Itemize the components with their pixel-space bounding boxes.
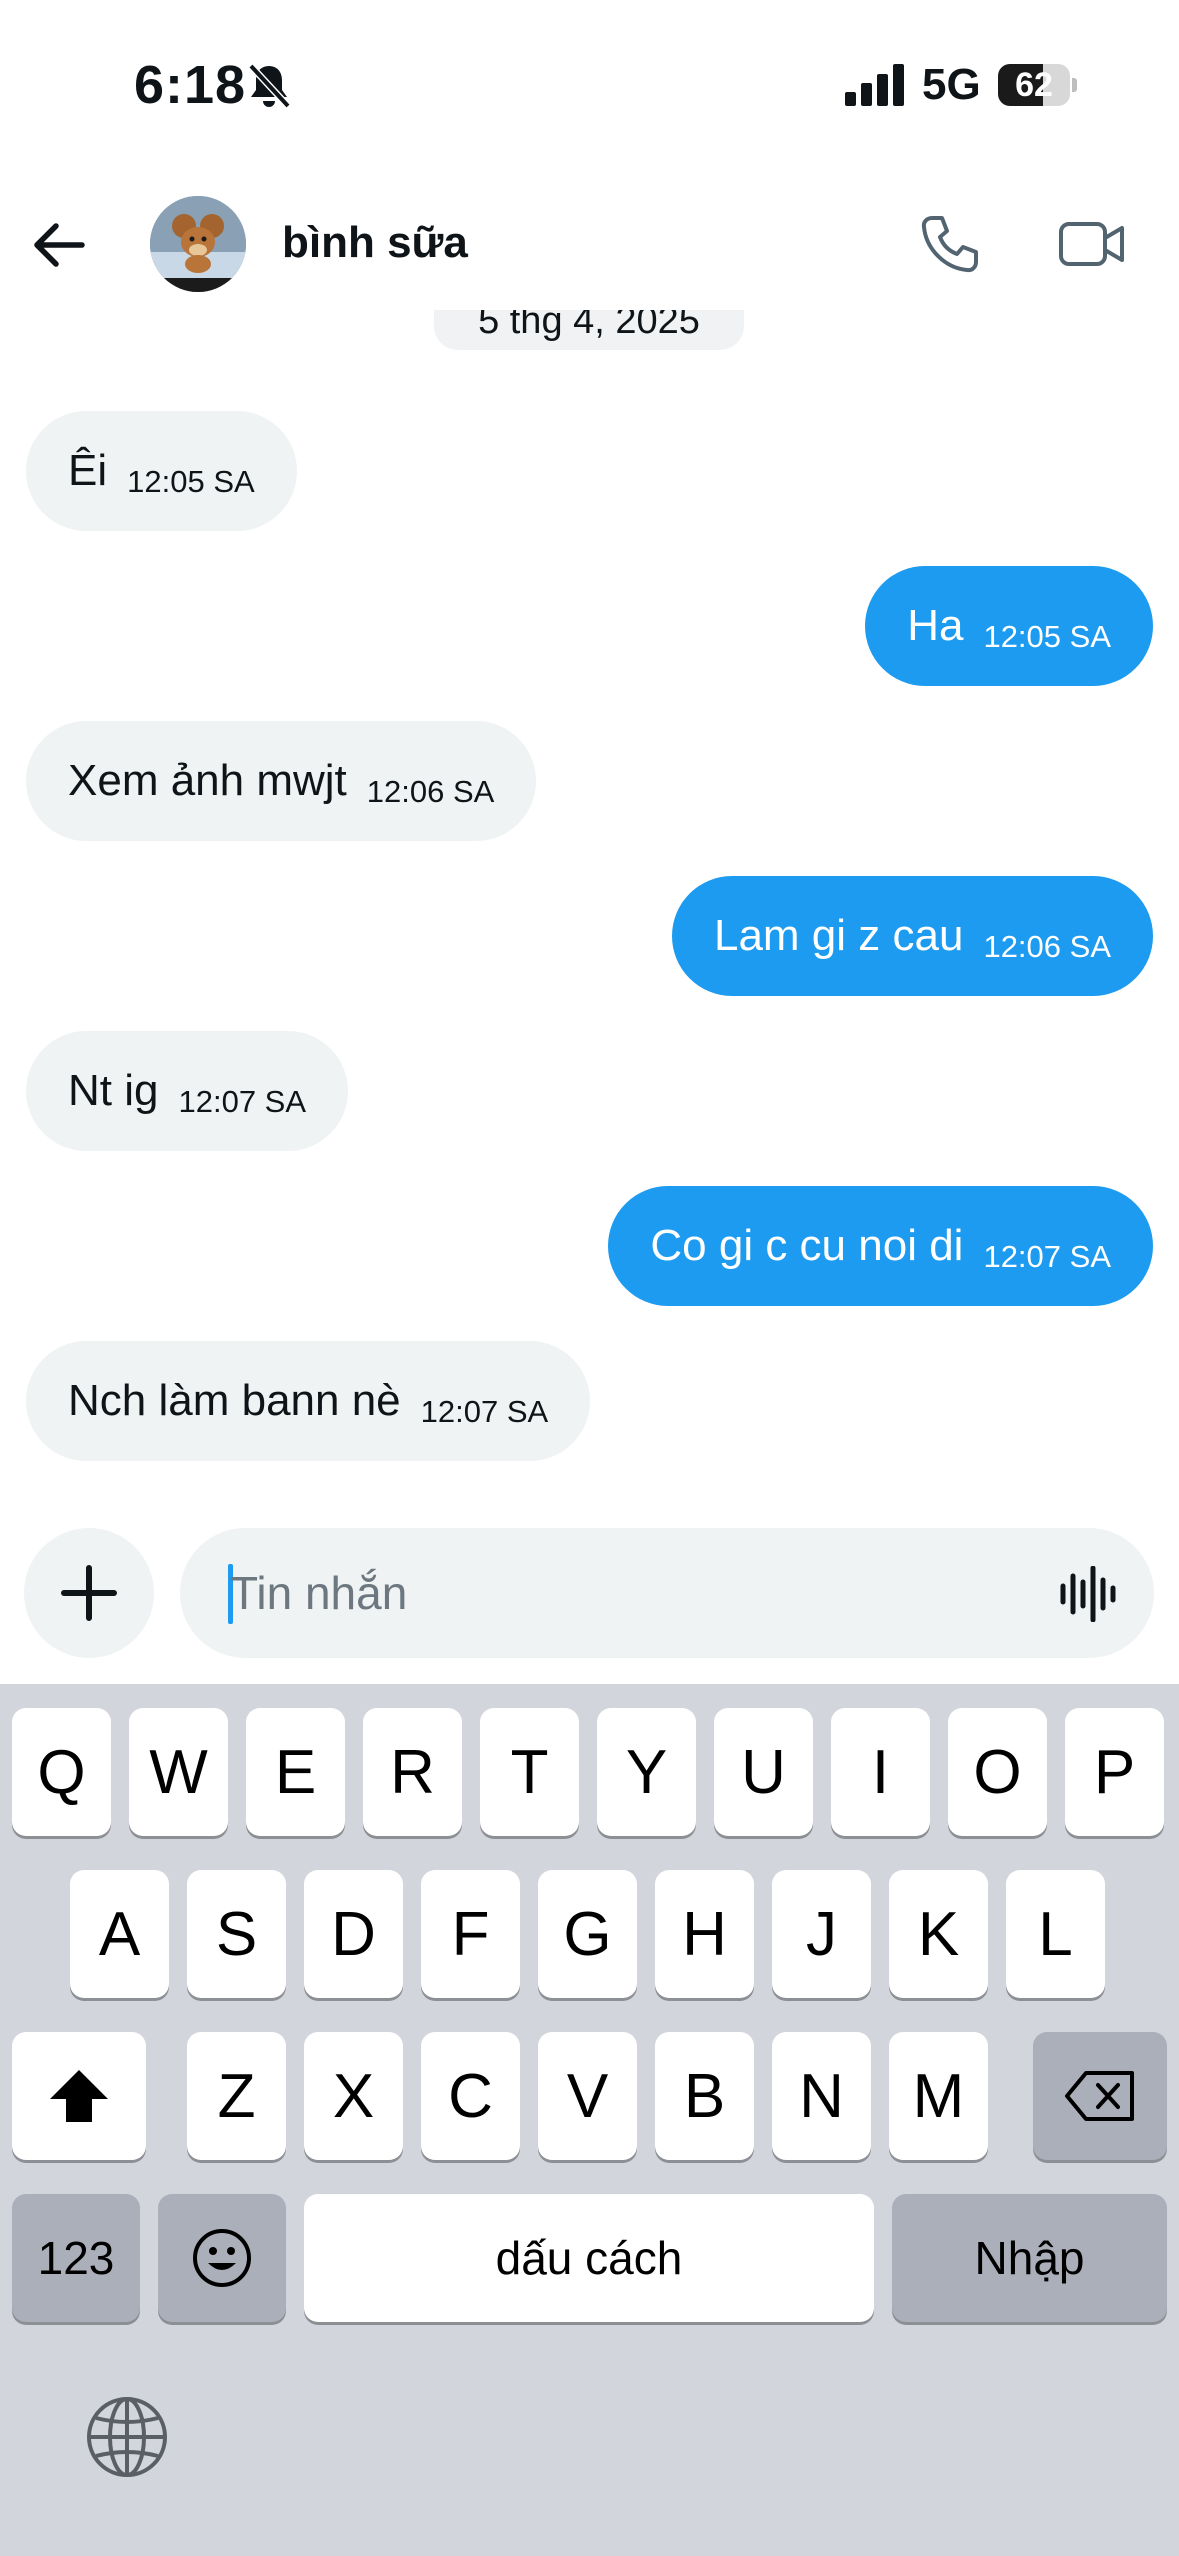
message-text: Co gi c cu noi di <box>650 1221 964 1270</box>
message-placeholder: Tin nhắn <box>230 1567 408 1619</box>
key-w[interactable]: W <box>129 1708 228 1836</box>
message-text: Ha <box>907 601 964 650</box>
key-z[interactable]: Z <box>187 2032 286 2160</box>
back-arrow-icon[interactable] <box>30 216 88 274</box>
message-time: 12:07 SA <box>983 1239 1111 1274</box>
onscreen-keyboard: Q W E R T Y U I O P A S D F G H J K L Z … <box>0 1684 1179 2556</box>
space-key[interactable]: dấu cách <box>304 2194 874 2322</box>
battery-percentage: 62 <box>1015 66 1053 104</box>
message-bubble-incoming[interactable]: Nch làm bann nè 12:07 SA <box>26 1341 591 1461</box>
key-i[interactable]: I <box>831 1708 930 1836</box>
key-e[interactable]: E <box>246 1708 345 1836</box>
key-m[interactable]: M <box>889 2032 988 2160</box>
key-g[interactable]: G <box>538 1870 637 1998</box>
contact-avatar[interactable] <box>150 196 246 292</box>
message-text: Êi <box>68 446 108 495</box>
key-l[interactable]: L <box>1006 1870 1105 1998</box>
message-bubble-outgoing[interactable]: Lam gi z cau 12:06 SA <box>671 876 1153 996</box>
message-bubble-outgoing[interactable]: Ha 12:05 SA <box>865 566 1153 686</box>
message-input[interactable]: Tin nhắn <box>180 1528 1154 1658</box>
key-o[interactable]: O <box>948 1708 1047 1836</box>
message-bubble-incoming[interactable]: Êi 12:05 SA <box>26 411 297 531</box>
key-s[interactable]: S <box>187 1870 286 1998</box>
message-list[interactable]: 5 thg 4, 2025 Êi 12:05 SA Ha 12:05 SA Xe… <box>0 296 1179 1496</box>
message-composer: Tin nhắn <box>0 1524 1179 1660</box>
shift-icon <box>50 2070 108 2122</box>
message-time: 12:07 SA <box>420 1394 549 1429</box>
message-time: 12:06 SA <box>983 929 1111 964</box>
chat-header: bình sữa <box>0 180 1179 310</box>
numbers-key-label: 123 <box>37 2232 115 2284</box>
key-y[interactable]: Y <box>597 1708 696 1836</box>
key-p[interactable]: P <box>1065 1708 1164 1836</box>
key-c[interactable]: C <box>421 2032 520 2160</box>
backspace-key[interactable] <box>1033 2032 1167 2160</box>
message-bubble-outgoing[interactable]: Co gi c cu noi di 12:07 SA <box>608 1186 1153 1306</box>
message-time: 12:05 SA <box>983 619 1111 654</box>
key-k[interactable]: K <box>889 1870 988 1998</box>
message-time: 12:06 SA <box>366 774 495 809</box>
space-key-label: dấu cách <box>495 2232 683 2284</box>
cellular-signal-icon <box>845 64 904 106</box>
return-key-label: Nhập <box>974 2232 1085 2284</box>
emoji-key[interactable] <box>158 2194 286 2322</box>
key-v[interactable]: V <box>538 2032 637 2160</box>
message-text: Xem ảnh mwjt <box>68 756 347 805</box>
key-n[interactable]: N <box>772 2032 871 2160</box>
key-x[interactable]: X <box>304 2032 403 2160</box>
voice-wave-icon[interactable] <box>1058 1566 1118 1622</box>
key-q[interactable]: Q <box>12 1708 111 1836</box>
key-r[interactable]: R <box>363 1708 462 1836</box>
status-bar: 6:18 5G 62 <box>0 0 1179 170</box>
message-text: Nch làm bann nè <box>68 1376 401 1425</box>
avatar-image <box>150 196 246 292</box>
key-a[interactable]: A <box>70 1870 169 1998</box>
backspace-icon <box>1065 2071 1134 2121</box>
plus-icon <box>61 1565 117 1621</box>
message-text: Lam gi z cau <box>713 911 964 960</box>
key-f[interactable]: F <box>421 1870 520 1998</box>
phone-icon[interactable] <box>918 212 982 276</box>
contact-name[interactable]: bình sữa <box>282 218 468 268</box>
globe-icon[interactable] <box>84 2394 170 2480</box>
key-b[interactable]: B <box>655 2032 754 2160</box>
status-time: 6:18 <box>134 55 247 115</box>
network-type: 5G <box>922 60 981 109</box>
message-text: Nt ig <box>68 1066 159 1115</box>
message-time: 12:05 SA <box>127 464 255 499</box>
video-camera-icon[interactable] <box>1058 216 1126 272</box>
key-j[interactable]: J <box>772 1870 871 1998</box>
key-t[interactable]: T <box>480 1708 579 1836</box>
message-time: 12:07 SA <box>178 1084 307 1119</box>
key-u[interactable]: U <box>714 1708 813 1836</box>
emoji-icon <box>193 2229 251 2287</box>
key-h[interactable]: H <box>655 1870 754 1998</box>
shift-key[interactable] <box>12 2032 146 2160</box>
message-bubble-incoming[interactable]: Nt ig 12:07 SA <box>26 1031 349 1151</box>
battery-icon: 62 <box>998 64 1077 106</box>
add-attachment-button[interactable] <box>24 1528 154 1658</box>
numbers-key[interactable]: 123 <box>12 2194 140 2322</box>
key-d[interactable]: D <box>304 1870 403 1998</box>
bell-muted-icon <box>248 63 291 109</box>
message-bubble-incoming[interactable]: Xem ảnh mwjt 12:06 SA <box>26 721 537 841</box>
return-key[interactable]: Nhập <box>892 2194 1167 2322</box>
